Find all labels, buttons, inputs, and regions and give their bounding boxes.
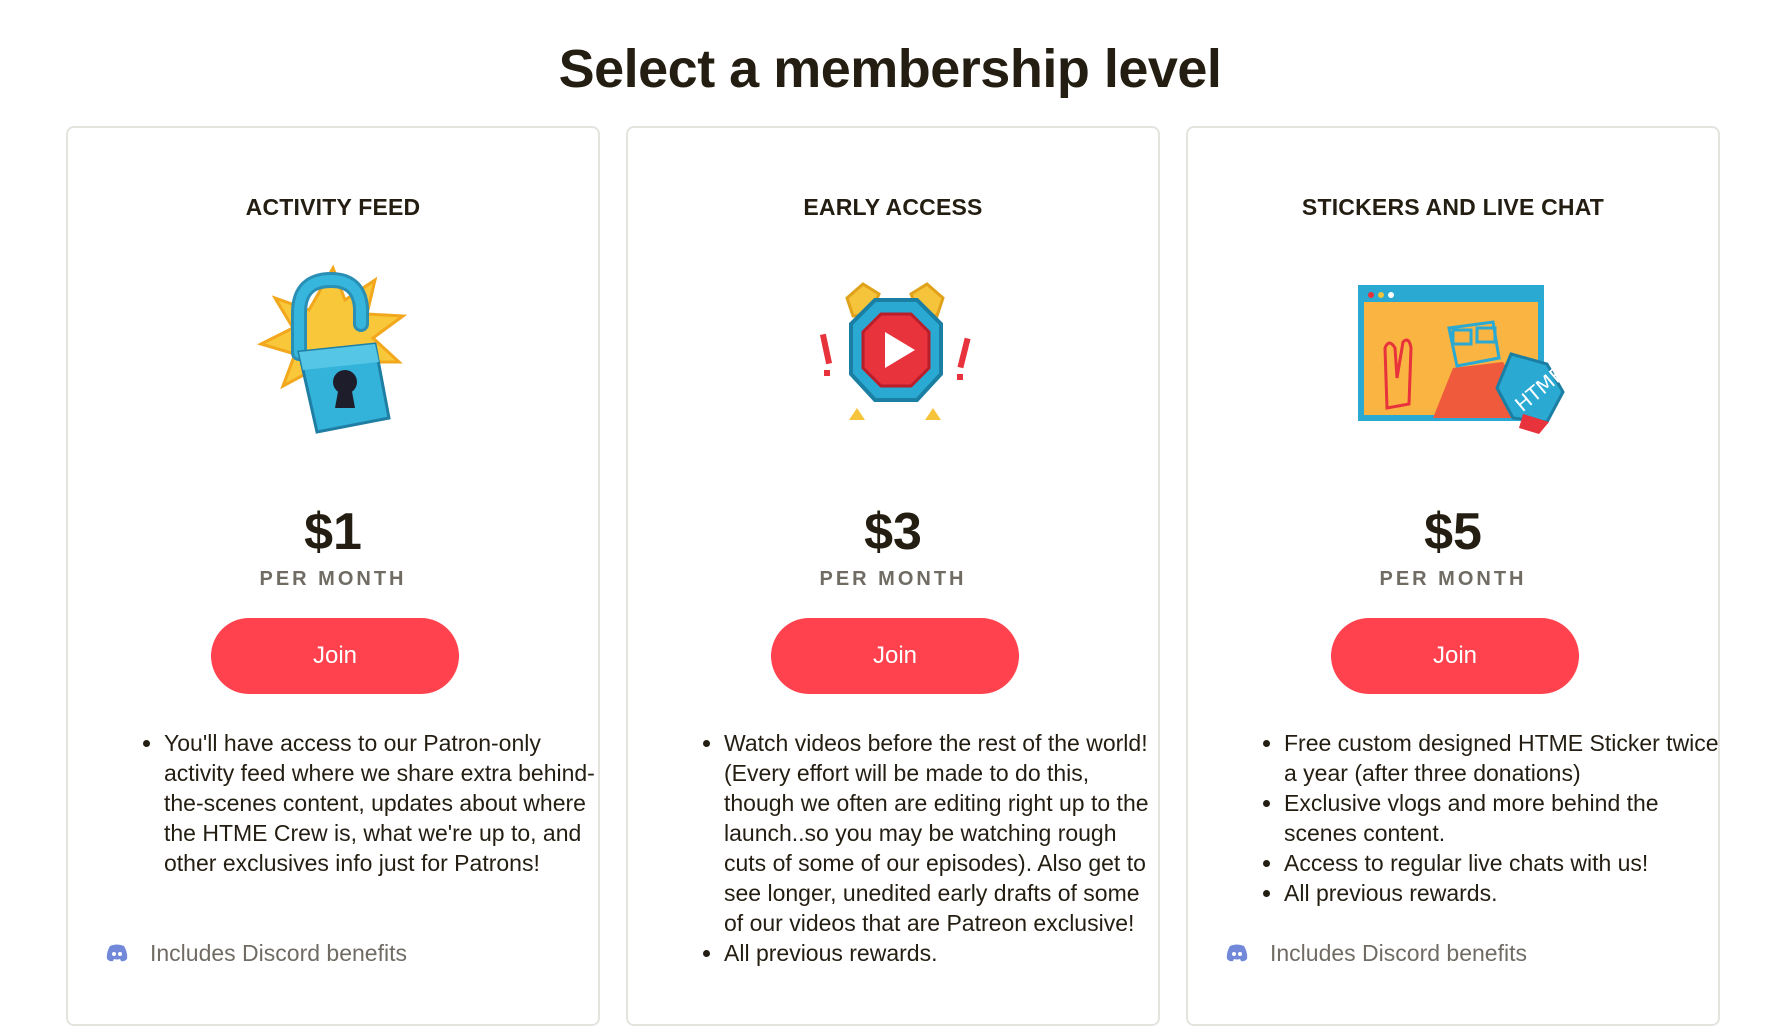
benefit-item: You'll have access to our Patron-only ac… <box>164 728 604 878</box>
discord-benefits-label: Includes Discord benefits <box>150 939 407 966</box>
benefit-item: Access to regular live chats with us! <box>1284 848 1724 878</box>
benefit-item: Watch videos before the rest of the worl… <box>724 728 1164 938</box>
benefits-list: Free custom designed HTME Sticker twice … <box>1252 728 1724 908</box>
page-title: Select a membership level <box>558 39 1222 99</box>
discord-benefits-label: Includes Discord benefits <box>1270 939 1527 966</box>
benefits-list: You'll have access to our Patron-only ac… <box>132 728 604 878</box>
benefit-item: Exclusive vlogs and more behind the scen… <box>1284 788 1724 848</box>
video-chat-sticker-icon: HTME <box>1358 285 1569 434</box>
price-period: PER MONTH <box>819 568 967 590</box>
benefit-item: All previous rewards. <box>724 938 1164 968</box>
discord-benefits-row: Includes Discord benefits <box>1226 938 1527 968</box>
tier-card-activity-feed: ACTIVITY FEED $1 PER MONTH Join You'll h… <box>66 126 600 1026</box>
price: $5 <box>1424 503 1482 561</box>
tier-name: STICKERS AND LIVE CHAT <box>1301 194 1605 220</box>
price: $3 <box>864 503 922 561</box>
join-button[interactable]: Join <box>211 618 459 694</box>
join-button[interactable]: Join <box>1331 618 1579 694</box>
tier-card-early-access: EARLY ACCESS $3 PER MONTH Join Watch vid… <box>626 126 1160 1026</box>
price: $1 <box>304 503 362 561</box>
discord-benefits-row: Includes Discord benefits <box>106 938 407 968</box>
alarm-clock-play-icon <box>819 282 971 420</box>
tier-name: EARLY ACCESS <box>803 194 983 220</box>
join-button[interactable]: Join <box>771 618 1019 694</box>
tier-card-stickers-and-live-chat: STICKERS AND LIVE CHAT HTME $5 PER MONTH… <box>1186 126 1720 1026</box>
price-period: PER MONTH <box>259 568 407 590</box>
tier-name: ACTIVITY FEED <box>245 194 421 220</box>
price-period: PER MONTH <box>1379 568 1527 590</box>
benefit-item: Free custom designed HTME Sticker twice … <box>1284 728 1724 788</box>
discord-icon <box>106 944 128 962</box>
unlocked-padlock-icon <box>256 264 408 434</box>
benefit-item: All previous rewards. <box>1284 878 1724 908</box>
benefits-list: Watch videos before the rest of the worl… <box>692 728 1164 968</box>
discord-icon <box>1226 944 1248 962</box>
